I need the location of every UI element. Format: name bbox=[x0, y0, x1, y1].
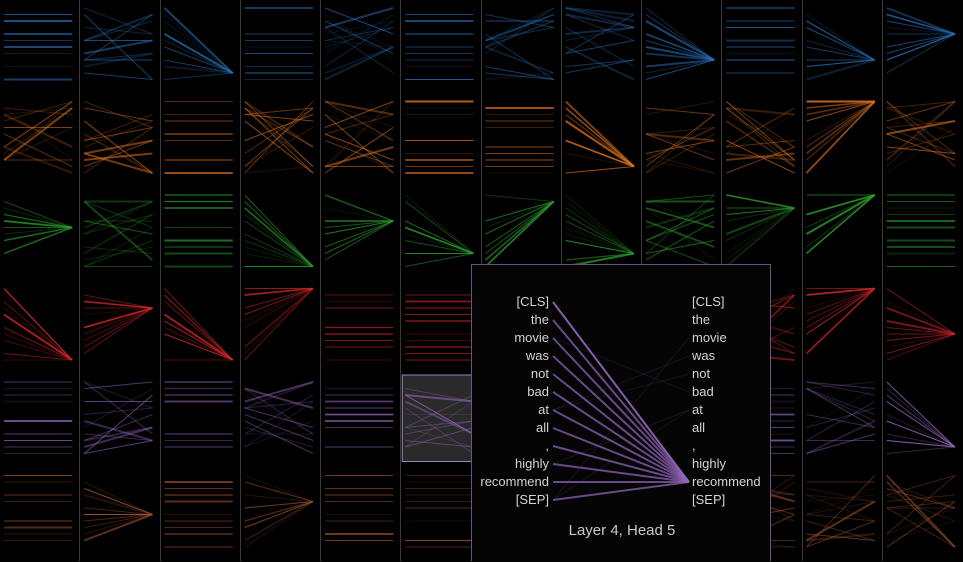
left-token[interactable]: , bbox=[545, 437, 549, 455]
left-token[interactable]: [SEP] bbox=[516, 491, 549, 509]
attention-head-thumbnail[interactable] bbox=[645, 194, 715, 267]
attention-head-thumbnail[interactable] bbox=[565, 100, 635, 174]
attention-head-thumbnail[interactable] bbox=[164, 481, 233, 548]
attention-head-thumbnail[interactable] bbox=[3, 288, 73, 361]
attention-head-thumbnail[interactable] bbox=[83, 294, 153, 354]
left-token[interactable]: was bbox=[526, 347, 549, 365]
attention-head-thumbnail[interactable] bbox=[405, 475, 474, 548]
attention-head-thumbnail[interactable] bbox=[726, 7, 795, 74]
attention-head-thumbnail[interactable] bbox=[886, 381, 956, 454]
attention-head-thumbnail[interactable] bbox=[805, 287, 876, 355]
attention-head-thumbnail[interactable] bbox=[244, 475, 314, 548]
attention-line bbox=[552, 481, 690, 501]
attention-head-thumbnail[interactable] bbox=[83, 481, 153, 542]
attention-head-thumbnail[interactable] bbox=[244, 100, 314, 174]
attention-head-thumbnail[interactable] bbox=[806, 381, 876, 455]
attention-head-thumbnail[interactable] bbox=[4, 381, 73, 454]
right-token[interactable]: all bbox=[692, 419, 705, 437]
attention-head-thumbnail[interactable] bbox=[404, 194, 474, 267]
attention-head-thumbnail[interactable] bbox=[565, 194, 635, 268]
attention-head-thumbnail[interactable] bbox=[164, 101, 233, 174]
attention-line-faint bbox=[552, 373, 690, 411]
left-token[interactable]: at bbox=[538, 401, 549, 419]
attention-head-thumbnail[interactable] bbox=[886, 7, 956, 74]
attention-head-thumbnail[interactable] bbox=[805, 194, 876, 255]
attention-head-thumbnail[interactable] bbox=[83, 7, 153, 80]
left-token[interactable]: the bbox=[531, 311, 549, 329]
attention-head-thumbnail[interactable] bbox=[405, 294, 474, 361]
attention-head-thumbnail[interactable] bbox=[886, 194, 955, 267]
right-token[interactable]: [SEP] bbox=[692, 491, 725, 509]
attention-line-faint bbox=[552, 337, 690, 393]
left-token[interactable]: movie bbox=[514, 329, 549, 347]
right-token[interactable]: movie bbox=[692, 329, 727, 347]
attention-head-thumbnail[interactable] bbox=[325, 475, 394, 541]
attention-line bbox=[552, 337, 690, 483]
attention-head-thumbnail[interactable] bbox=[405, 14, 474, 80]
attention-head-thumbnail[interactable] bbox=[405, 100, 474, 174]
attention-head-thumbnail[interactable] bbox=[164, 381, 233, 448]
right-token[interactable]: , bbox=[692, 437, 696, 455]
right-token[interactable]: bad bbox=[692, 383, 714, 401]
right-token[interactable]: highly bbox=[692, 455, 726, 473]
left-token[interactable]: [CLS] bbox=[516, 293, 549, 311]
attention-head-thumbnail[interactable] bbox=[485, 107, 554, 174]
attention-head-thumbnail[interactable] bbox=[244, 194, 314, 268]
attention-head-thumbnail[interactable] bbox=[3, 201, 73, 255]
attention-head-thumbnail[interactable] bbox=[83, 381, 153, 454]
left-token[interactable]: highly bbox=[515, 455, 549, 473]
attention-head-thumbnail[interactable] bbox=[565, 7, 635, 81]
attention-head-thumbnail[interactable] bbox=[83, 101, 153, 174]
attention-head-thumbnail[interactable] bbox=[485, 7, 555, 81]
attention-head-thumbnail[interactable] bbox=[725, 194, 795, 267]
right-token[interactable]: the bbox=[692, 311, 710, 329]
left-token[interactable]: not bbox=[531, 365, 549, 383]
left-token[interactable]: all bbox=[536, 419, 549, 437]
attention-head-thumbnail[interactable] bbox=[886, 288, 956, 361]
attention-head-thumbnail[interactable] bbox=[805, 100, 876, 174]
attention-head-thumbnail[interactable] bbox=[324, 7, 394, 81]
attention-head-thumbnail[interactable] bbox=[325, 294, 394, 361]
attention-line bbox=[552, 409, 690, 483]
attention-detail-panel: [CLS] the movie was not bad at all, highly recomm… bbox=[471, 264, 771, 561]
attention-head-thumbnail[interactable] bbox=[645, 101, 715, 174]
attention-line bbox=[552, 319, 690, 483]
right-token[interactable]: at bbox=[692, 401, 703, 419]
attention-head-thumbnail[interactable] bbox=[4, 14, 73, 81]
attention-head-thumbnail[interactable] bbox=[484, 194, 555, 268]
right-token[interactable]: not bbox=[692, 365, 710, 383]
right-token[interactable]: was bbox=[692, 347, 715, 365]
attention-head-thumbnail[interactable] bbox=[244, 7, 313, 80]
right-token[interactable]: [CLS] bbox=[692, 293, 725, 311]
attention-head-thumbnail[interactable] bbox=[886, 100, 956, 174]
attention-head-thumbnail[interactable] bbox=[163, 288, 234, 361]
attention-head-thumbnail[interactable] bbox=[244, 381, 314, 454]
attention-head-thumbnail[interactable] bbox=[325, 387, 394, 448]
attention-head-thumbnail[interactable] bbox=[324, 100, 394, 174]
attention-head-thumbnail[interactable] bbox=[164, 194, 233, 268]
attention-head-thumbnail[interactable] bbox=[4, 475, 73, 541]
attention-head-thumbnail[interactable] bbox=[324, 194, 394, 261]
right-token[interactable]: recommend bbox=[692, 473, 761, 491]
attention-head-thumbnail[interactable] bbox=[645, 7, 715, 80]
attention-head-thumbnail[interactable] bbox=[725, 101, 796, 174]
attention-head-thumbnail[interactable] bbox=[244, 287, 314, 361]
attention-head-thumbnail[interactable] bbox=[806, 14, 876, 81]
attention-head-thumbnail[interactable] bbox=[806, 475, 876, 548]
left-token[interactable]: recommend bbox=[480, 473, 549, 491]
detail-caption: Layer 4, Head 5 bbox=[568, 522, 676, 539]
attention-head-thumbnail[interactable] bbox=[3, 101, 73, 174]
left-token[interactable]: bad bbox=[527, 383, 549, 401]
attention-head-thumbnail[interactable] bbox=[163, 7, 234, 80]
attention-head-thumbnail[interactable] bbox=[83, 200, 154, 267]
attention-head-thumbnail[interactable] bbox=[886, 474, 956, 548]
